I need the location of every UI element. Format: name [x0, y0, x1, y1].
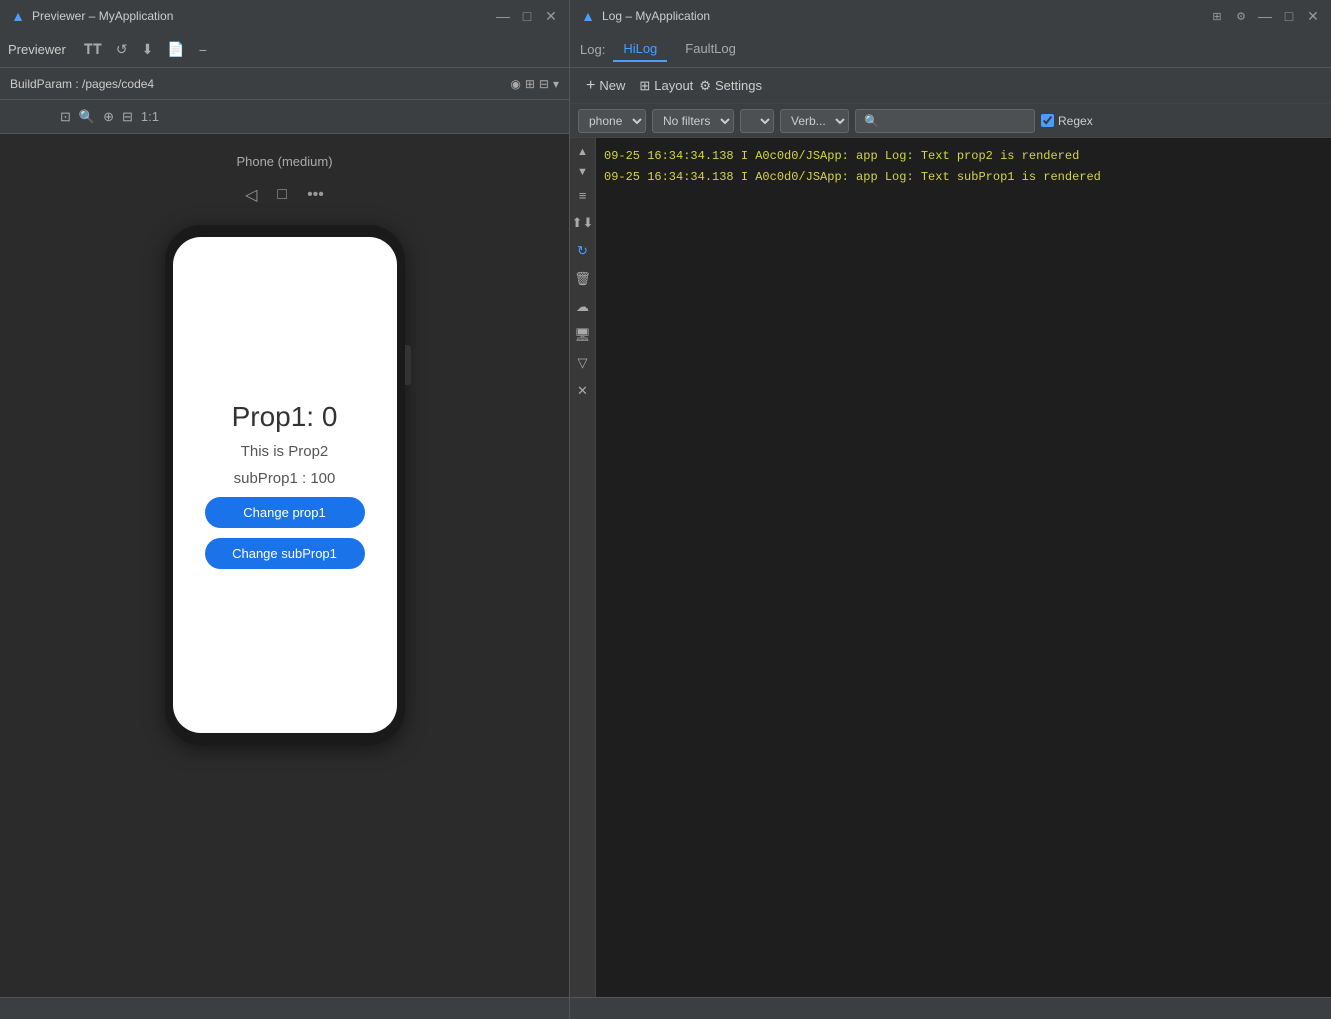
- wrap-icon[interactable]: ≡: [573, 182, 593, 209]
- breadcrumb-bar: BuildParam : /pages/code4 ◉ ⊞ ⊟ ▾: [0, 68, 569, 100]
- font-icon[interactable]: 𝐓𝐓: [80, 39, 106, 60]
- layout-button[interactable]: ⊞ Layout: [639, 78, 693, 94]
- change-prop1-btn[interactable]: Change prop1: [205, 497, 365, 528]
- new-button[interactable]: + New: [578, 74, 633, 98]
- nav-home-btn[interactable]: □: [273, 182, 291, 208]
- resize-icon[interactable]: ⊡: [60, 109, 71, 125]
- left-close-btn[interactable]: ✕: [543, 8, 559, 25]
- left-panel: Previewer 𝐓𝐓 ↺ ⬇ 📄 − BuildParam : /pages…: [0, 32, 570, 1019]
- right-status-bar: [570, 997, 1331, 1019]
- cloud-icon[interactable]: ☁: [570, 293, 595, 321]
- right-minimize-btn[interactable]: —: [1257, 8, 1273, 24]
- log-filter-bar: phone No filters Verb... Regex: [570, 104, 1331, 138]
- download-icon[interactable]: ⬇: [138, 39, 158, 60]
- log-line-2: 09-25 16:34:34.138 I A0c0d0/JSApp: app L…: [604, 167, 1323, 188]
- main-content: Previewer 𝐓𝐓 ↺ ⬇ 📄 − BuildParam : /pages…: [0, 32, 1331, 1019]
- log-content: 09-25 16:34:34.138 I A0c0d0/JSApp: app L…: [596, 138, 1331, 997]
- device-filter-select[interactable]: phone: [578, 109, 646, 133]
- regex-text: Regex: [1058, 114, 1093, 128]
- log-controls: + New ⊞ Layout ⚙ Settings: [570, 68, 1331, 104]
- prop1-display: Prop1: 0: [232, 401, 338, 433]
- right-maximize-btn[interactable]: □: [1281, 8, 1297, 24]
- settings-label: Settings: [715, 78, 762, 93]
- tab-hilog[interactable]: HiLog: [613, 37, 667, 62]
- right-titlebar: ▲ Log – MyApplication ⊞ ⚙ — □ ✕: [570, 0, 1331, 32]
- log-line-1: 09-25 16:34:34.138 I A0c0d0/JSApp: app L…: [604, 146, 1323, 167]
- log-search-input[interactable]: [855, 109, 1035, 133]
- change-subprop1-btn[interactable]: Change subProp1: [205, 538, 365, 569]
- right-app-icon: ▲: [580, 8, 596, 24]
- verbosity-filter-select[interactable]: Verb...: [780, 109, 849, 133]
- previewer-toolbar-title: Previewer: [8, 42, 66, 57]
- ratio-icon[interactable]: 1:1: [141, 109, 159, 124]
- sort-icon[interactable]: ⬆⬇: [570, 209, 599, 237]
- subprop-display: subProp1 : 100: [234, 470, 336, 487]
- phone-screen: Prop1: 0 This is Prop2 subProp1 : 100 Ch…: [173, 237, 397, 733]
- zoom-reset-icon[interactable]: ⊕: [103, 109, 114, 125]
- zoom-out-icon[interactable]: 🔍: [79, 109, 95, 125]
- left-title-text: Previewer – MyApplication: [32, 9, 495, 23]
- refresh-icon[interactable]: ↺: [112, 39, 132, 60]
- preview-area: Phone (medium) ◁ □ ••• Prop1: 0 This is …: [0, 134, 569, 997]
- new-label: New: [599, 78, 625, 93]
- view-options-bar: ⊡ 🔍 ⊕ ⊟ 1:1: [0, 100, 569, 134]
- left-window-controls: — □ ✕: [495, 8, 559, 25]
- frame-icon[interactable]: ⊟: [122, 109, 133, 125]
- previewer-toolbar: Previewer 𝐓𝐓 ↺ ⬇ 📄 −: [0, 32, 569, 68]
- right-close-btn[interactable]: ✕: [1305, 8, 1321, 25]
- nav-back-btn[interactable]: ◁: [241, 181, 261, 209]
- breadcrumb-icons: ◉ ⊞ ⊟ ▾: [510, 77, 559, 91]
- log-toolbar: Log: HiLog FaultLog: [570, 32, 1331, 68]
- settings-gear-icon: ⚙: [699, 78, 711, 94]
- title-bars: ▲ Previewer – MyApplication — □ ✕ ▲ Log …: [0, 0, 1331, 32]
- file-icon[interactable]: 📄: [163, 39, 188, 60]
- log-main: ▲ ▼ ≡ ⬆⬇ ↻ 🗑 ☁ 🖥 ▽ ✕ 09-25 16:34:34.138 …: [570, 138, 1331, 997]
- log-sidebar: ▲ ▼ ≡ ⬆⬇ ↻ 🗑 ☁ 🖥 ▽ ✕: [570, 138, 596, 997]
- regex-label: Regex: [1041, 114, 1093, 128]
- profile-icon[interactable]: ◉: [510, 77, 520, 91]
- nav-more-btn[interactable]: •••: [303, 182, 328, 208]
- left-minimize-btn[interactable]: —: [495, 8, 511, 24]
- tab-faultlog[interactable]: FaultLog: [675, 37, 746, 62]
- right-settings-icon[interactable]: ⚙: [1233, 10, 1249, 23]
- right-layout-icon[interactable]: ⊞: [1209, 10, 1225, 23]
- left-status-bar: [0, 997, 569, 1019]
- device-nav: ◁ □ •••: [241, 181, 328, 209]
- phone-frame: Prop1: 0 This is Prop2 subProp1 : 100 Ch…: [165, 225, 405, 745]
- device-log-icon[interactable]: 🖥: [570, 321, 597, 349]
- left-titlebar: ▲ Previewer – MyApplication — □ ✕: [0, 0, 570, 32]
- phone-side-button: [405, 345, 411, 385]
- layout-label: Layout: [654, 78, 693, 93]
- left-app-icon: ▲: [10, 8, 26, 24]
- breadcrumb-text: BuildParam : /pages/code4: [10, 77, 504, 91]
- filter-icon[interactable]: ▽: [572, 349, 594, 377]
- tag-filter-select[interactable]: [740, 109, 774, 133]
- plus-icon: +: [586, 77, 595, 95]
- chevron-icon[interactable]: ▾: [553, 77, 559, 91]
- scroll-down-btn[interactable]: ▼: [573, 162, 592, 182]
- regex-checkbox[interactable]: [1041, 114, 1054, 127]
- level-filter-select[interactable]: No filters: [652, 109, 734, 133]
- settings-button[interactable]: ⚙ Settings: [699, 78, 762, 94]
- left-maximize-btn[interactable]: □: [519, 8, 535, 24]
- right-window-controls: ⊞ ⚙ — □ ✕: [1209, 8, 1321, 25]
- minus-icon[interactable]: −: [195, 40, 211, 60]
- scroll-up-btn[interactable]: ▲: [573, 142, 592, 162]
- prop2-display: This is Prop2: [241, 443, 329, 460]
- close-sidebar-icon[interactable]: ✕: [571, 377, 594, 405]
- delete-icon[interactable]: 🗑: [570, 265, 597, 293]
- right-panel: Log: HiLog FaultLog + New ⊞ Layout ⚙ Set…: [570, 32, 1331, 1019]
- layout-grid-icon: ⊞: [639, 78, 650, 94]
- grid-icon[interactable]: ⊟: [539, 77, 549, 91]
- log-label: Log:: [580, 42, 605, 57]
- refresh-log-icon[interactable]: ↻: [571, 237, 594, 265]
- phone-screen-content: Prop1: 0 This is Prop2 subProp1 : 100 Ch…: [205, 401, 365, 569]
- layers-icon[interactable]: ⊞: [525, 77, 535, 91]
- right-title-text: Log – MyApplication: [602, 9, 1209, 23]
- device-label: Phone (medium): [236, 154, 332, 169]
